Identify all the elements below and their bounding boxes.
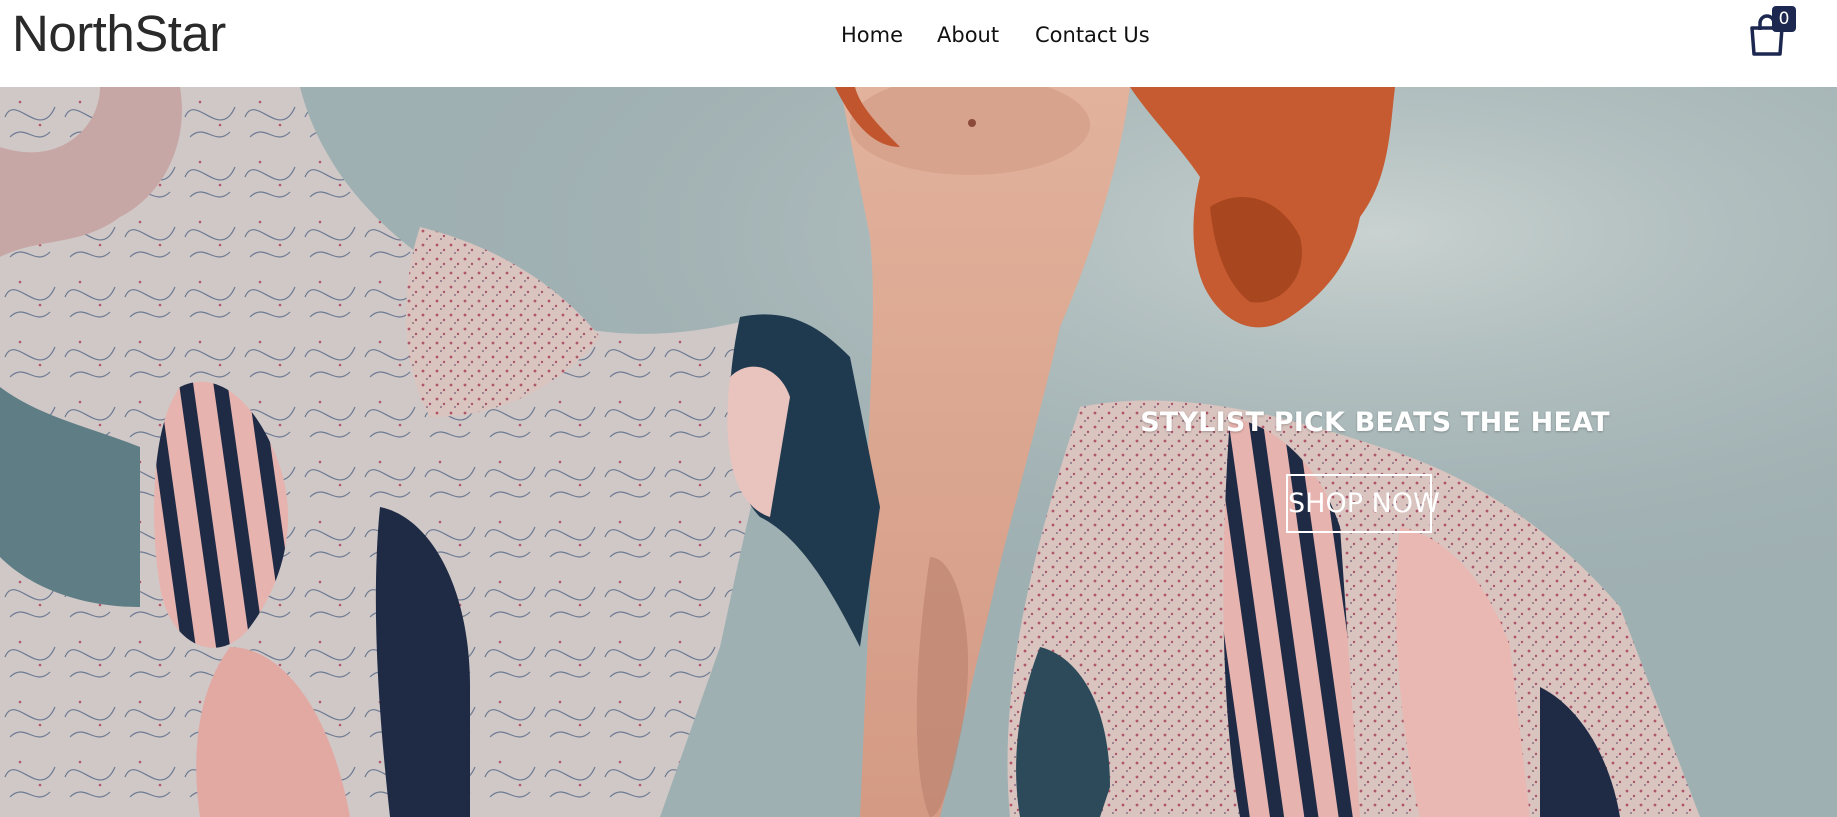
nav-link-about[interactable]: About — [937, 21, 999, 49]
brand-logo[interactable]: NorthStar — [12, 4, 226, 64]
hero-banner: STYLIST PICK BEATS THE HEAT SHOP NOW — [0, 87, 1837, 817]
site-header: NorthStar Home About Contact Us 0 — [0, 0, 1837, 87]
hero-headline: STYLIST PICK BEATS THE HEAT — [1140, 407, 1610, 438]
nav-link-home[interactable]: Home — [841, 21, 903, 49]
shop-now-button[interactable]: SHOP NOW — [1286, 474, 1440, 533]
hero-image — [0, 87, 1837, 817]
nav-link-contact-us[interactable]: Contact Us — [1035, 21, 1150, 49]
cart-button[interactable]: 0 — [1740, 6, 1800, 56]
cart-count-badge: 0 — [1772, 6, 1796, 32]
